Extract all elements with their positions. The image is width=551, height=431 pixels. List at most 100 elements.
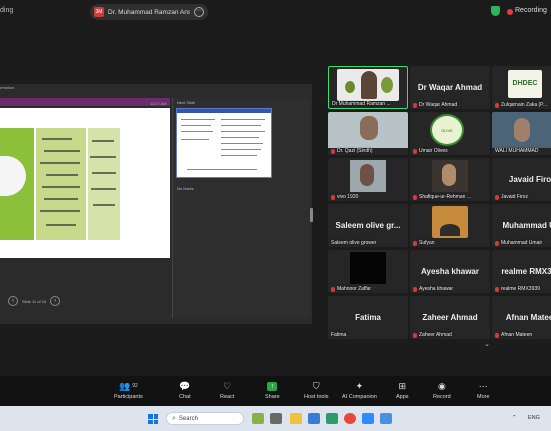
participant-gallery: Dr Muhammad Ramzan ... Dr Waqar Ahmad Dr… (327, 66, 551, 339)
windows-start-icon[interactable] (148, 414, 158, 424)
slide-image-green-page (0, 128, 34, 240)
current-slide (0, 108, 170, 258)
participant-tile[interactable]: Fatima Fatima (328, 296, 408, 339)
shared-screen: entation 11:07 AM ‹ Slide 11 of 24 › Nex… (0, 84, 313, 324)
participant-tile[interactable]: DHDEC Zulqarnain Zaka (P... (492, 66, 551, 109)
olive-pakistan-logo: OLIVE PAKISTAN (430, 114, 464, 146)
slide-navigation: ‹ Slide 11 of 24 › (8, 296, 61, 306)
more-label: More (477, 394, 490, 400)
participant-tile[interactable]: Afnan Mateen Afnan Mateen (492, 296, 551, 339)
participant-name: Fatima (331, 332, 347, 338)
participant-tile[interactable]: Javaid Firoz Javaid Firoz (492, 158, 551, 201)
screen-share-indicator[interactable]: 3M Dr. Muhammad Ramzan Ansar P... ⋯ (90, 4, 208, 20)
file-explorer-icon[interactable] (290, 413, 302, 424)
ai-companion-button[interactable]: ✦ AI Companion (342, 380, 377, 401)
avatar (350, 252, 386, 284)
participant-name: Shafique-ur-Rehman ... (413, 194, 471, 200)
dhdec-logo: DHDEC (508, 70, 542, 98)
presenter-window-title: entation (0, 85, 15, 90)
participant-tile[interactable]: Mahnoor Zaffar (328, 250, 408, 293)
participant-name: realme RMX3939 (495, 286, 540, 292)
taskbar-search-box[interactable]: ⌕ Search (166, 412, 244, 425)
muted-mic-icon (495, 332, 499, 338)
avatar (492, 112, 551, 148)
participant-name: Javaid Firoz (495, 194, 528, 200)
muted-mic-icon (495, 102, 499, 108)
participant-tile[interactable]: vivo 1920 (328, 158, 408, 201)
share-button[interactable]: ↑ Share (265, 380, 280, 400)
record-button[interactable]: ◉ Record (433, 380, 451, 401)
participant-name: Zaheer Ahmad (413, 332, 452, 338)
participant-name: Mahnoor Zaffar (331, 286, 371, 292)
notes-panel: Next Slide No Notes (172, 98, 310, 318)
participant-tile[interactable]: Ayesha khawar Ayesha khawar (410, 250, 490, 293)
participants-button[interactable]: 👥 92 Participants (114, 380, 143, 401)
participant-tile[interactable]: Sufyan (410, 204, 490, 247)
muted-mic-icon (413, 240, 417, 246)
host-tools-button[interactable]: ⛉ Host tools (304, 380, 328, 401)
muted-mic-icon (413, 286, 417, 292)
recording-label: Recording (515, 7, 547, 14)
participant-big-name: Fatima (355, 313, 381, 322)
participants-icon: 👥 (118, 380, 131, 391)
taskbar-app-icon[interactable] (308, 413, 320, 424)
participant-tile[interactable]: Zaheer Ahmad Zaheer Ahmad (410, 296, 490, 339)
security-shield-icon[interactable] (491, 6, 500, 16)
participant-tile[interactable]: Dr Waqar Ahmad Dr Waqar Ahmad (410, 66, 490, 109)
tray-chevron-icon[interactable]: ⌃ (512, 415, 517, 421)
presenter-clock: 11:07 AM (150, 101, 167, 106)
heart-icon: ♡ (223, 380, 232, 391)
chrome-icon[interactable] (344, 413, 356, 424)
participant-tile[interactable]: Dr. Qazi (Sindh) (328, 112, 408, 155)
taskbar-app-icon[interactable] (270, 413, 282, 424)
chat-label: Chat (179, 394, 191, 400)
participant-name: Dr Muhammad Ramzan ... (332, 101, 391, 107)
ellipsis-icon[interactable]: ⋯ (194, 7, 204, 17)
participant-name: WALI MUHAMMAD (495, 148, 539, 154)
scrollbar[interactable] (310, 208, 313, 222)
next-slide-thumbnail[interactable] (176, 108, 272, 178)
avatar (432, 160, 468, 192)
share-arrow-icon: ↑ (267, 381, 278, 391)
more-icon: ⋯ (478, 380, 488, 391)
ai-companion-label: AI Companion (342, 394, 377, 400)
participant-tile[interactable]: Muhammad U... Muhammad Umair (492, 204, 551, 247)
previous-slide-button[interactable]: ‹ (8, 296, 18, 306)
muted-mic-icon (495, 286, 499, 292)
participant-tile[interactable]: Shafique-ur-Rehman ... (410, 158, 490, 201)
taskbar-app-icon[interactable] (380, 413, 392, 424)
participant-tile[interactable]: Saleem olive gr... Saleem olive grower (328, 204, 408, 247)
participants-label: Participants (114, 394, 143, 400)
participant-name: Sufyan (413, 240, 435, 246)
next-slide-label: Next Slide (177, 100, 196, 105)
search-placeholder: Search (178, 415, 198, 422)
participant-tile[interactable]: Dr Muhammad Ramzan ... (328, 66, 408, 109)
participant-tile[interactable]: realme RMX39... realme RMX3939 (492, 250, 551, 293)
taskbar-app-icon[interactable] (326, 413, 338, 424)
participant-name: Muhammad Umair (495, 240, 542, 246)
chat-icon: 💬 (179, 380, 191, 391)
top-bar: ding 3M Dr. Muhammad Ramzan Ansar P... ⋯… (0, 0, 551, 24)
participant-name: Dr. Qazi (Sindh) (331, 148, 373, 154)
muted-mic-icon (331, 286, 335, 292)
participant-big-name: Javaid Firoz (508, 175, 551, 184)
zoom-meeting-window: ding 3M Dr. Muhammad Ramzan Ansar P... ⋯… (0, 0, 551, 431)
language-indicator[interactable]: ENG (528, 415, 540, 421)
taskbar-app-icon[interactable] (252, 413, 264, 424)
zoom-icon[interactable] (362, 413, 374, 424)
participant-big-name: Saleem olive gr... (335, 221, 401, 230)
muted-mic-icon (413, 102, 417, 108)
participant-tile[interactable]: WALI MUHAMMAD (492, 112, 551, 155)
next-slide-button[interactable]: › (50, 296, 61, 306)
apps-button[interactable]: ⊞ Apps (396, 380, 409, 401)
react-button[interactable]: ♡ React (220, 380, 234, 401)
slide-urdu-page (36, 128, 86, 240)
more-button[interactable]: ⋯ More (477, 380, 490, 401)
sparkle-icon: ✦ (355, 380, 364, 391)
gallery-scroll-down-icon[interactable]: ⌄ (484, 340, 490, 348)
muted-mic-icon (495, 240, 499, 246)
participant-tile[interactable]: OLIVE PAKISTAN Umair Olives (410, 112, 490, 155)
slide-header-strip (0, 98, 170, 106)
slide-counter: Slide 11 of 24 (22, 298, 47, 304)
chat-button[interactable]: 💬 Chat (179, 380, 191, 401)
